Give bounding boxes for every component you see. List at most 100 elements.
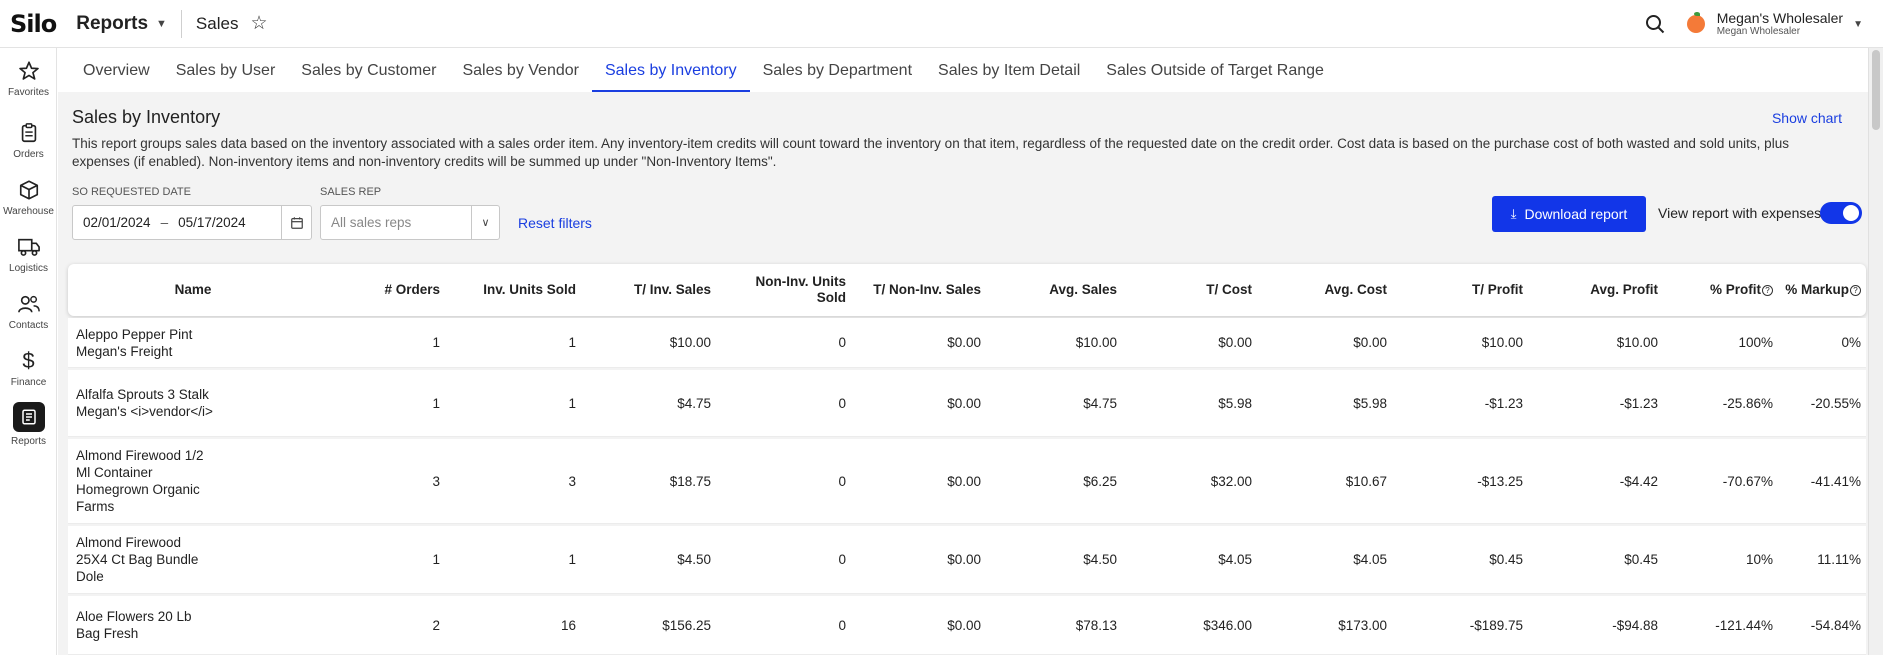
cell-noninv-units: 0: [838, 395, 846, 411]
avatar[interactable]: [1686, 12, 1705, 33]
table-row[interactable]: Alfalfa Sprouts 3 Stalk Megan's <i>vendo…: [68, 370, 1866, 437]
sidebar-item-favorites[interactable]: Favorites: [0, 59, 57, 98]
sidebar-item-orders[interactable]: Orders: [0, 121, 57, 160]
sidebar-item-label: Finance: [10, 377, 47, 388]
cell-avg-profit: $10.00: [1616, 335, 1658, 350]
col-pct-profit-label: % Profit: [1709, 282, 1761, 297]
expenses-toggle[interactable]: [1820, 202, 1862, 224]
search-icon[interactable]: [1645, 14, 1665, 34]
vertical-scrollbar[interactable]: [1868, 48, 1883, 655]
tab-sales-by-user[interactable]: Sales by User: [163, 48, 289, 92]
table-row[interactable]: Aloe Flowers 20 Lb Bag Fresh 2 16 $156.2…: [68, 596, 1866, 655]
cell-inv-sales: $4.50: [677, 552, 711, 567]
tab-sales-by-vendor[interactable]: Sales by Vendor: [449, 48, 592, 92]
col-inv-units[interactable]: Inv. Units Sold: [440, 264, 576, 316]
cell-name[interactable]: Alfalfa Sprouts 3 Stalk Megan's <i>vendo…: [76, 370, 216, 436]
col-pct-markup-label: % Markup: [1785, 282, 1849, 297]
account-name: Megan's Wholesaler: [1716, 9, 1844, 26]
cell-orders: 1: [432, 395, 440, 411]
sidebar-item-label: Orders: [13, 149, 44, 160]
cell-name[interactable]: Almond Firewood 1/2 Ml Container Homegro…: [76, 439, 216, 523]
cell-orders: 1: [432, 552, 440, 567]
tab-sales-by-customer[interactable]: Sales by Customer: [288, 48, 449, 92]
dollar-icon: $: [22, 348, 35, 373]
date-from[interactable]: 02/01/2024: [73, 215, 151, 230]
cell-noninv-units: 0: [838, 617, 846, 633]
info-icon[interactable]: ?: [1762, 284, 1773, 296]
date-filter-label: SO REQUESTED DATE: [72, 186, 191, 198]
sidebar-item-label: Favorites: [7, 87, 50, 98]
cell-name[interactable]: Aloe Flowers 20 Lb Bag Fresh: [76, 596, 216, 654]
cell-inv-units: 1: [568, 395, 576, 411]
app-logo[interactable]: Silo: [10, 10, 57, 38]
sidebar-item-logistics[interactable]: Logistics: [0, 235, 57, 274]
col-noninv-sales[interactable]: T/ Non-Inv. Sales: [846, 264, 981, 316]
date-to[interactable]: 05/17/2024: [178, 215, 246, 230]
sidebar-item-label: Warehouse: [3, 206, 54, 217]
cell-orders: 1: [432, 335, 440, 350]
chevron-down-icon: ▼: [156, 17, 167, 30]
col-cost[interactable]: T/ Cost: [1117, 264, 1252, 316]
col-pct-profit[interactable]: % Profit?: [1658, 264, 1773, 316]
table-row[interactable]: Almond Firewood 1/2 Ml Container Homegro…: [68, 439, 1866, 524]
download-icon: ⤓: [1510, 206, 1517, 221]
reset-filters-link[interactable]: Reset filters: [518, 215, 592, 231]
show-chart-link[interactable]: Show chart: [1772, 110, 1842, 126]
report-tabs: Overview Sales by User Sales by Customer…: [58, 48, 1868, 92]
report-description: This report groups sales data based on t…: [72, 136, 1789, 169]
account-menu[interactable]: Megan's Wholesaler Megan Wholesaler: [1716, 9, 1844, 37]
col-avg-profit[interactable]: Avg. Profit: [1523, 264, 1658, 316]
sidebar-item-contacts[interactable]: Contacts: [0, 292, 57, 331]
col-profit[interactable]: T/ Profit: [1387, 264, 1523, 316]
cell-name[interactable]: Aleppo Pepper Pint Megan's Freight: [76, 318, 216, 367]
download-report-button[interactable]: ⤓ Download report: [1492, 196, 1646, 232]
cell-noninv-units: 0: [838, 552, 846, 567]
top-bar: Silo Reports ▼ Sales ☆ Megan's Wholesale…: [0, 0, 1883, 48]
cell-avg-cost: $10.67: [1345, 473, 1387, 489]
col-orders[interactable]: # Orders: [318, 264, 440, 316]
favorite-star-icon[interactable]: ☆: [250, 12, 267, 35]
cell-pct-profit: 100%: [1738, 335, 1773, 350]
col-noninv-units-label: Non-Inv. Units Sold: [755, 274, 847, 305]
cell-avg-sales: $4.50: [1083, 552, 1117, 567]
cell-orders: 2: [432, 617, 440, 633]
table-row[interactable]: Aleppo Pepper Pint Megan's Freight 1 1 $…: [68, 318, 1866, 368]
date-range-picker[interactable]: 02/01/2024 – 05/17/2024: [72, 205, 312, 240]
cell-avg-profit: $0.45: [1624, 552, 1658, 567]
cell-name[interactable]: Almond Firewood 25X4 Ct Bag Bundle Dole: [76, 526, 216, 593]
cell-inv-sales: $18.75: [669, 473, 711, 489]
chevron-down-icon[interactable]: ∨: [471, 206, 499, 239]
cell-avg-cost: $4.05: [1353, 552, 1387, 567]
cell-pct-profit: 10%: [1745, 552, 1773, 567]
sidebar-item-finance[interactable]: $ Finance: [0, 348, 57, 388]
page-title: Sales: [195, 13, 239, 33]
calendar-icon[interactable]: [281, 206, 311, 239]
sidebar-item-label: Contacts: [8, 320, 49, 331]
cell-avg-profit: -$94.88: [1612, 617, 1658, 633]
col-avg-cost[interactable]: Avg. Cost: [1252, 264, 1387, 316]
sales-rep-label: SALES REP: [320, 186, 382, 198]
date-separator: –: [160, 215, 169, 230]
col-avg-sales[interactable]: Avg. Sales: [981, 264, 1117, 316]
table-row[interactable]: Almond Firewood 25X4 Ct Bag Bundle Dole …: [68, 526, 1866, 594]
people-icon: [17, 292, 41, 316]
clipboard-icon: [17, 121, 41, 145]
tab-sales-by-department[interactable]: Sales by Department: [750, 48, 925, 92]
tab-sales-outside-target-range[interactable]: Sales Outside of Target Range: [1093, 48, 1337, 92]
chevron-down-icon[interactable]: ▼: [1853, 19, 1863, 30]
tab-overview[interactable]: Overview: [70, 48, 163, 92]
info-icon[interactable]: ?: [1850, 284, 1861, 296]
cell-avg-cost: $173.00: [1338, 617, 1387, 633]
tab-sales-by-item-detail[interactable]: Sales by Item Detail: [925, 48, 1093, 92]
sidebar-item-reports[interactable]: Reports: [0, 402, 57, 447]
cell-cost: $346.00: [1203, 617, 1252, 633]
sidebar-item-warehouse[interactable]: Warehouse: [0, 178, 57, 217]
col-inv-sales[interactable]: T/ Inv. Sales: [576, 264, 711, 316]
module-switcher[interactable]: Reports ▼: [76, 13, 167, 35]
col-pct-markup[interactable]: % Markup?: [1773, 264, 1861, 316]
sales-rep-select[interactable]: All sales reps ∨: [320, 205, 500, 240]
cell-profit: $0.45: [1489, 552, 1523, 567]
col-noninv-units[interactable]: Non-Inv. Units Sold: [711, 264, 847, 316]
tab-sales-by-inventory[interactable]: Sales by Inventory: [591, 48, 750, 92]
col-name[interactable]: Name: [68, 264, 318, 316]
